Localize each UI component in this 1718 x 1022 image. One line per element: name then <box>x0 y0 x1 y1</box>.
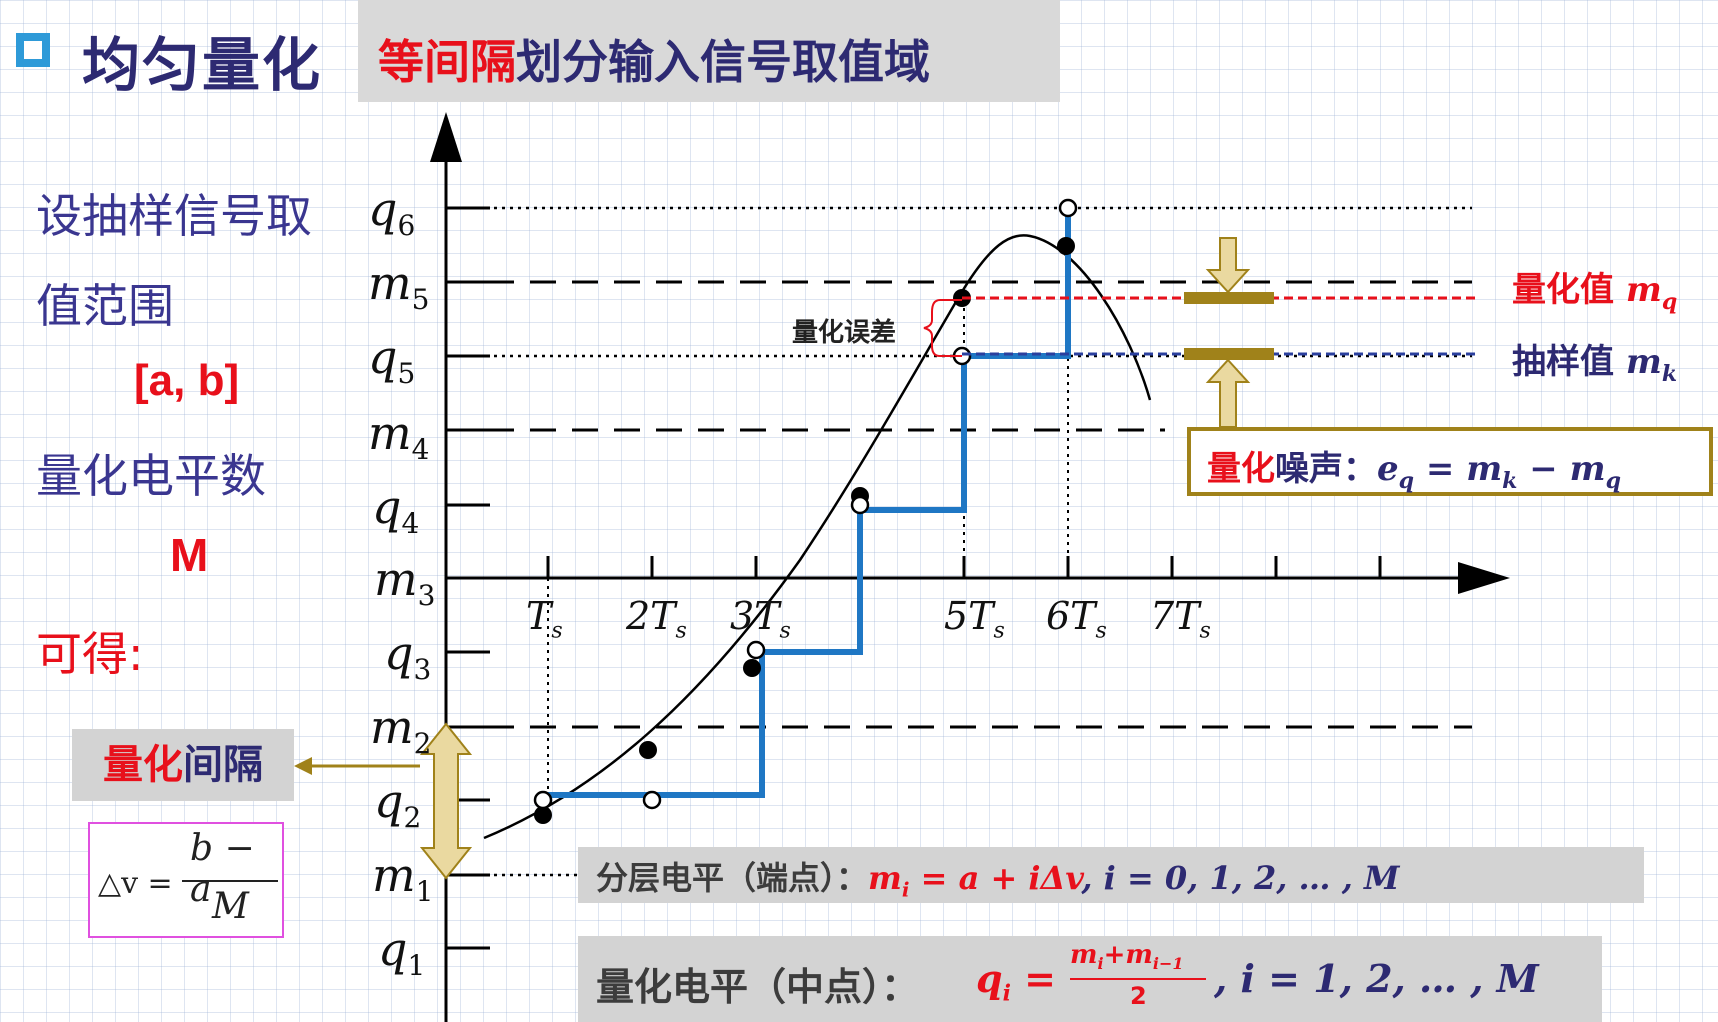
quantization-fraction-num: mi+mi−1 <box>1070 940 1184 974</box>
q-level-lines <box>446 206 1472 877</box>
sampled-bar <box>1184 348 1274 360</box>
quantized-value-label: 量化值 mq <box>1512 270 1678 315</box>
y-label-m1: m1 <box>372 848 434 909</box>
sampled-value-label: 抽样值 mk <box>1512 342 1678 387</box>
x-axis-arrow <box>1458 562 1510 594</box>
down-arrow-icon <box>1205 237 1251 294</box>
y-label-m2: m2 <box>370 700 432 761</box>
quantized-bar <box>1184 292 1274 304</box>
quantization-fraction-bar <box>1070 978 1206 980</box>
x-label-3ts: 3Ts <box>730 594 791 644</box>
y-label-q6: q6 <box>368 182 416 243</box>
y-label-q5: q5 <box>368 330 416 391</box>
error-label: 量化误差 <box>792 318 897 348</box>
y-label-m4: m4 <box>368 406 430 467</box>
y-label-q2: q2 <box>374 774 422 835</box>
y-label-q4: q4 <box>372 480 420 541</box>
y-axis-arrow <box>430 112 462 162</box>
decision-levels-formula: 分层电平（端点）：mi = a + iΔv, i = 0, 1, 2, … , … <box>596 859 1400 902</box>
noise-formula: 量化噪声：eq = mk − mq <box>1207 449 1621 494</box>
quantization-levels-range: , i = 1, 2, … , M <box>1214 956 1539 1001</box>
y-label-q3: q3 <box>384 626 432 687</box>
y-label-m3: m3 <box>374 552 436 613</box>
quantized-points <box>533 198 1078 810</box>
x-label-2ts: 2Ts <box>626 594 687 644</box>
interval-pointer-arrow-icon <box>294 757 312 775</box>
quantization-levels-lhs: qi = <box>976 956 1057 1007</box>
quantization-levels-box: 量化电平（中点）： qi = mi+mi−1 2 , i = 1, 2, … ,… <box>578 936 1602 1022</box>
x-label-6ts: 6Ts <box>1046 594 1107 644</box>
quantized-staircase <box>548 208 1071 798</box>
quantization-fraction-den: 2 <box>1130 982 1147 1010</box>
y-label-q1: q1 <box>378 922 426 983</box>
quantization-noise-box: 量化噪声：eq = mk − mq <box>1187 427 1713 496</box>
y-label-m5: m5 <box>368 256 430 317</box>
x-label-5ts: 5Ts <box>944 594 1005 644</box>
x-label-7ts: 7Ts <box>1150 594 1211 644</box>
quantization-levels-label: 量化电平（中点）： <box>596 965 920 1009</box>
up-arrow-icon <box>1205 358 1251 428</box>
decision-levels-box: 分层电平（端点）：mi = a + iΔv, i = 0, 1, 2, … , … <box>578 847 1644 903</box>
x-label-ts: Ts <box>526 594 563 644</box>
